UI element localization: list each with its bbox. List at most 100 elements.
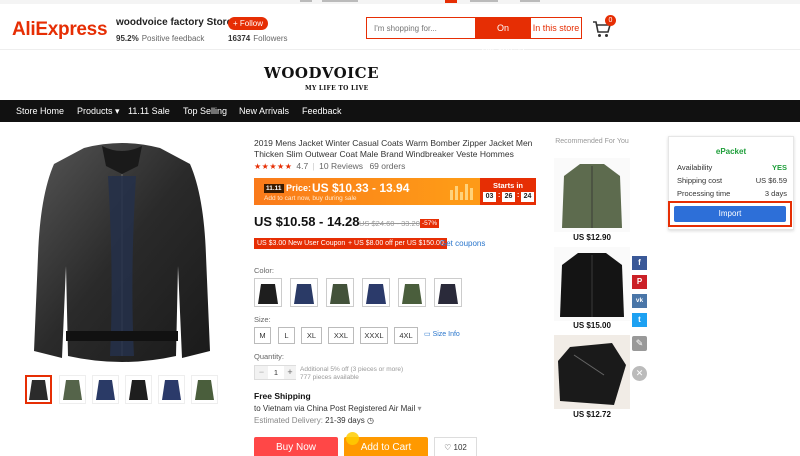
store-banner-subtitle: MY LIFE TO LIVE bbox=[305, 85, 369, 92]
color-swatch-image bbox=[366, 284, 386, 304]
close-icon[interactable]: ✕ bbox=[632, 366, 647, 381]
size-xxl[interactable]: XXL bbox=[328, 327, 354, 344]
cursor-highlight bbox=[346, 432, 359, 445]
color-swatch-image bbox=[402, 284, 422, 304]
shipping-method[interactable]: to Vietnam via China Post Registered Air… bbox=[254, 404, 422, 413]
search-input[interactable] bbox=[367, 18, 475, 38]
wishlist-button[interactable]: ♡ 102 bbox=[434, 437, 477, 456]
countdown-hours: 03 bbox=[483, 192, 496, 202]
orders-separator bbox=[365, 161, 367, 171]
estimated-delivery-label: Estimated Delivery: bbox=[254, 416, 323, 425]
coupon-new-user[interactable]: US $3.00 New User Coupon bbox=[254, 238, 349, 249]
product-main-image[interactable] bbox=[22, 136, 222, 366]
rating-stars: ★★★★★ bbox=[254, 162, 293, 171]
followers-number: 16374 bbox=[228, 34, 251, 43]
color-swatch-image bbox=[258, 284, 278, 304]
aliexpress-logo[interactable]: AliExpress bbox=[12, 19, 108, 41]
estimated-delivery: Estimated Delivery: 21-39 days ◷ bbox=[254, 416, 374, 425]
buy-now-button[interactable]: Buy Now bbox=[254, 437, 338, 456]
search-store-button[interactable]: In this store bbox=[531, 18, 581, 38]
countdown-seconds: 24 bbox=[521, 192, 534, 202]
store-name[interactable]: woodvoice factory Store▾ bbox=[116, 17, 239, 28]
thumbnail-6[interactable] bbox=[191, 375, 218, 404]
free-shipping: Free Shipping bbox=[254, 391, 311, 401]
nav-feedback[interactable]: Feedback bbox=[302, 100, 342, 122]
rating-separator: | bbox=[310, 161, 318, 171]
thumbnail-image bbox=[63, 380, 82, 400]
recommended-image-3[interactable] bbox=[554, 335, 630, 409]
epacket-availability: Availability YES bbox=[677, 163, 787, 176]
thumbnail-5[interactable] bbox=[158, 375, 185, 404]
size-label: Size: bbox=[254, 315, 271, 324]
recommended-image-2[interactable] bbox=[554, 247, 630, 321]
sale-decoration-icon bbox=[450, 184, 473, 200]
pinterest-icon[interactable]: P bbox=[632, 275, 647, 289]
chevron-down-icon[interactable]: ▾ bbox=[113, 106, 120, 116]
estimated-days: 21-39 days bbox=[325, 416, 365, 425]
followers-count: 16374 Followers bbox=[228, 34, 287, 43]
recommended-image-1[interactable] bbox=[554, 158, 630, 232]
nav-new-arrivals[interactable]: New Arrivals bbox=[239, 100, 289, 122]
size-info-label[interactable]: Size Info bbox=[433, 331, 460, 338]
import-button[interactable]: Import bbox=[674, 206, 786, 222]
size-xl[interactable]: XL bbox=[301, 327, 322, 344]
nav-top-selling[interactable]: Top Selling bbox=[183, 100, 227, 122]
color-option-1[interactable] bbox=[254, 278, 282, 307]
quantity-stepper: − 1 + bbox=[254, 365, 296, 380]
color-option-5[interactable] bbox=[398, 278, 426, 307]
thumbnail-2[interactable] bbox=[59, 375, 86, 404]
store-name-label[interactable]: woodvoice factory Store bbox=[116, 17, 232, 28]
shipping-method-label[interactable]: to Vietnam via China Post Registered Air… bbox=[254, 404, 415, 413]
recommended-price-1[interactable]: US $12.90 bbox=[554, 233, 630, 242]
recommended-price-2[interactable]: US $15.00 bbox=[554, 321, 630, 330]
quantity-value[interactable]: 1 bbox=[268, 366, 284, 379]
thumbnail-image bbox=[129, 380, 148, 400]
color-option-3[interactable] bbox=[326, 278, 354, 307]
thumbnail-3[interactable] bbox=[92, 375, 119, 404]
quantity-increase[interactable]: + bbox=[284, 366, 296, 379]
twitter-icon[interactable]: t bbox=[632, 313, 647, 327]
facebook-icon[interactable]: f bbox=[632, 256, 647, 270]
nav-products[interactable]: Products ▾ bbox=[77, 100, 120, 122]
epacket-title: ePacket bbox=[715, 147, 747, 156]
reviews-link[interactable]: 10 Reviews bbox=[319, 161, 363, 171]
size-4xl[interactable]: 4XL bbox=[394, 327, 418, 344]
color-option-4[interactable] bbox=[362, 278, 390, 307]
thumbnail-1[interactable] bbox=[25, 375, 52, 404]
size-xxxl[interactable]: XXXL bbox=[360, 327, 388, 344]
size-l[interactable]: L bbox=[278, 327, 295, 344]
color-option-2[interactable] bbox=[290, 278, 318, 307]
recommended-title: Recommended For You bbox=[555, 138, 629, 145]
store-feedback: 95.2% Positive feedback bbox=[116, 34, 204, 43]
recommended-price-3[interactable]: US $12.72 bbox=[554, 410, 630, 419]
nav-11-11-sale[interactable]: 11.11 Sale bbox=[128, 100, 170, 122]
vk-icon[interactable]: vk bbox=[632, 294, 647, 308]
quantity-label: Quantity: bbox=[254, 352, 285, 361]
shipping-cost-label: Shipping cost bbox=[677, 176, 723, 185]
size-info-link[interactable]: ▭ Size Info bbox=[424, 330, 460, 338]
quantity-decrease[interactable]: − bbox=[255, 366, 268, 379]
edit-icon[interactable]: ✎ bbox=[632, 336, 647, 351]
nav-store-home[interactable]: Store Home bbox=[16, 100, 64, 122]
store-nav: Store Home Products ▾ 11.11 Sale Top Sel… bbox=[0, 100, 800, 122]
search-bar: On AliExpress In this store bbox=[366, 17, 582, 53]
availability-label: Availability bbox=[677, 163, 713, 172]
heart-icon[interactable]: ♡ bbox=[444, 443, 453, 452]
size-m[interactable]: M bbox=[254, 327, 271, 344]
color-swatch-image bbox=[438, 284, 458, 304]
search-aliexpress-button[interactable]: On AliExpress bbox=[475, 18, 531, 53]
product-price: US $10.58 - 14.28 bbox=[254, 214, 360, 229]
get-coupons-link[interactable]: Get coupons bbox=[440, 238, 485, 249]
orders-count: 69 orders bbox=[369, 161, 406, 171]
sale-price: US $10.33 - 13.94 bbox=[312, 181, 410, 195]
chevron-down-icon[interactable]: ▾ bbox=[415, 404, 421, 413]
nav-products-label[interactable]: Products bbox=[77, 106, 113, 116]
color-option-6[interactable] bbox=[434, 278, 462, 307]
product-rating: ★★★★★ 4.7 | 10 Reviews 69 orders bbox=[254, 161, 405, 171]
thumbnail-image bbox=[195, 380, 214, 400]
quantity-discount-note: Additional 5% off (3 pieces or more) bbox=[300, 366, 404, 373]
follow-button[interactable]: + Follow bbox=[228, 17, 269, 30]
thumbnail-4[interactable] bbox=[125, 375, 152, 404]
coupon-store[interactable]: + US $8.00 off per US $150.00 bbox=[345, 238, 447, 249]
feedback-percent: 95.2% bbox=[116, 34, 139, 43]
